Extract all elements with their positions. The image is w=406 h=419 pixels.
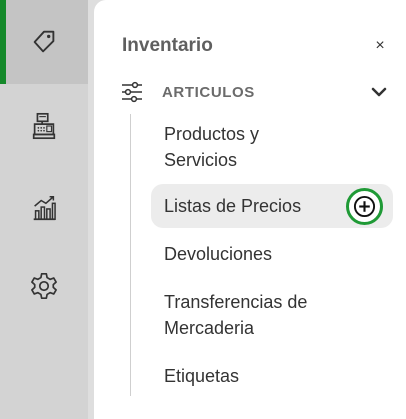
menu-item-label: Devoluciones xyxy=(164,244,273,264)
tree-guide-line xyxy=(130,114,131,396)
inventario-panel: Inventario × ARTICULOS Productos y Servi… xyxy=(94,0,406,419)
menu-item-label: Etiquetas xyxy=(164,366,240,386)
menu-item-label-line2: Servicios xyxy=(164,150,238,170)
cash-register-icon xyxy=(32,112,56,140)
menu-item-label-line2: Mercaderia xyxy=(164,318,255,338)
tag-icon xyxy=(33,30,55,53)
section-articulos[interactable]: ARTICULOS xyxy=(120,78,388,106)
panel-title: Inventario xyxy=(122,35,213,56)
sidebar-item-configuracion[interactable] xyxy=(0,244,88,328)
section-label: ARTICULOS xyxy=(162,83,255,101)
plus-circle-icon xyxy=(353,195,376,218)
menu-item-label-line1: Productos y xyxy=(164,124,260,144)
sidebar-item-inventario[interactable] xyxy=(0,0,88,84)
menu-item-label: Listas de Precios xyxy=(164,196,302,216)
menu-item-etiquetas[interactable]: Etiquetas xyxy=(164,363,239,389)
menu-item-label-line1: Transferencias de xyxy=(164,292,308,312)
bar-chart-icon xyxy=(33,196,56,221)
sliders-icon xyxy=(122,81,142,103)
menu-item-productos-servicios[interactable]: Productos y Servicios xyxy=(164,121,259,173)
sidebar-item-reportes[interactable] xyxy=(0,166,88,250)
close-button[interactable]: × xyxy=(370,36,390,56)
menu-item-transferencias-mercaderia[interactable]: Transferencias de Mercaderia xyxy=(164,289,307,341)
add-price-list-button[interactable] xyxy=(346,188,383,225)
chevron-down-icon[interactable] xyxy=(370,83,388,101)
sidebar-item-ventas[interactable] xyxy=(0,84,88,168)
icon-sidebar xyxy=(0,0,88,419)
gear-icon xyxy=(31,272,57,300)
menu-item-devoluciones[interactable]: Devoluciones xyxy=(164,241,272,267)
